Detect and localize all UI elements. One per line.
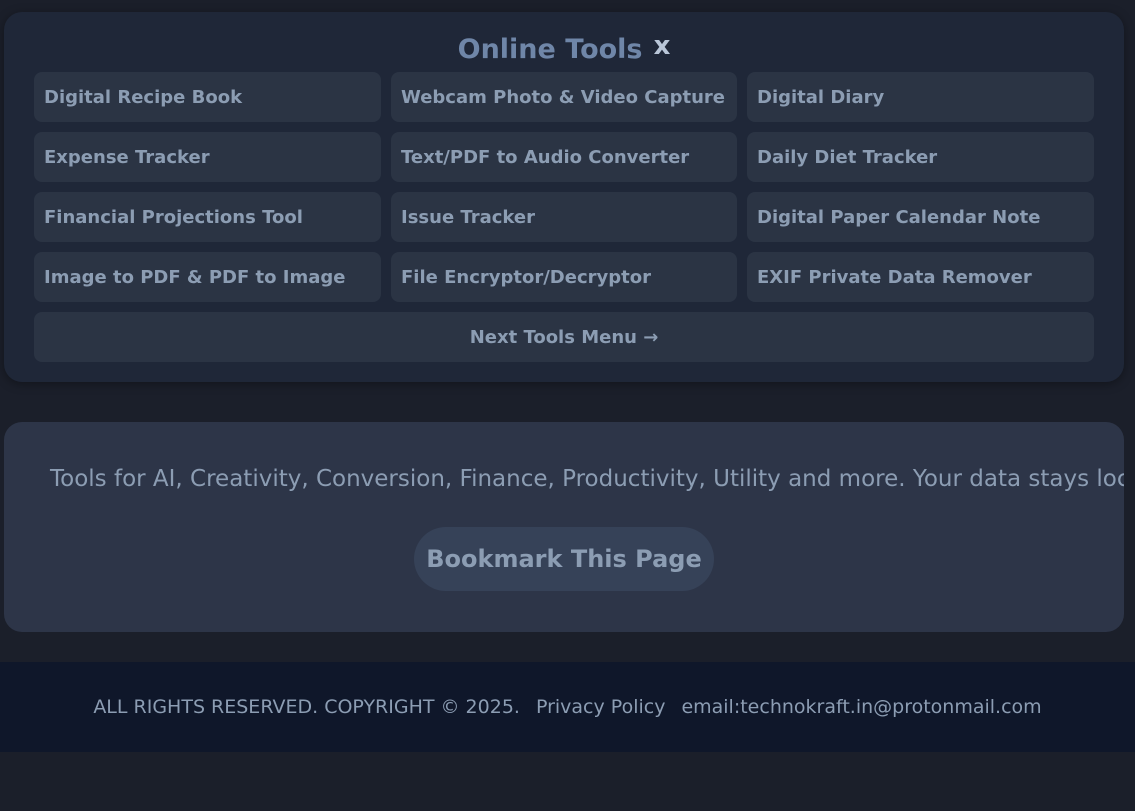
tool-expense-tracker[interactable]: Expense Tracker — [34, 132, 381, 182]
tagline: Tools for AI, Creativity, Conversion, Fi… — [50, 466, 1124, 492]
email-link[interactable]: email:technokraft.in@protonmail.com — [681, 696, 1041, 718]
tool-financial-projections[interactable]: Financial Projections Tool — [34, 192, 381, 242]
tool-text-pdf-to-audio[interactable]: Text/PDF to Audio Converter — [391, 132, 737, 182]
tools-header: Online Tools x — [4, 31, 1124, 74]
tool-digital-recipe-book[interactable]: Digital Recipe Book — [34, 72, 381, 122]
tool-issue-tracker[interactable]: Issue Tracker — [391, 192, 737, 242]
tools-grid: Digital Recipe Book Webcam Photo & Video… — [34, 72, 1094, 302]
tool-webcam-capture[interactable]: Webcam Photo & Video Capture — [391, 72, 737, 122]
tool-exif-remover[interactable]: EXIF Private Data Remover — [747, 252, 1094, 302]
privacy-policy-link[interactable]: Privacy Policy — [536, 696, 665, 718]
footer: ALL RIGHTS RESERVED. COPYRIGHT © 2025. P… — [0, 662, 1135, 752]
copyright-text: ALL RIGHTS RESERVED. COPYRIGHT © 2025. — [93, 696, 520, 718]
info-panel: Tools for AI, Creativity, Conversion, Fi… — [4, 422, 1124, 632]
close-button[interactable]: x — [654, 31, 671, 61]
next-tools-menu-button[interactable]: Next Tools Menu → — [34, 312, 1094, 362]
online-tools-panel: Online Tools x Digital Recipe Book Webca… — [4, 12, 1124, 382]
tool-daily-diet-tracker[interactable]: Daily Diet Tracker — [747, 132, 1094, 182]
tool-digital-paper-calendar[interactable]: Digital Paper Calendar Note — [747, 192, 1094, 242]
tools-title: Online Tools — [457, 34, 643, 65]
tool-digital-diary[interactable]: Digital Diary — [747, 72, 1094, 122]
tool-image-pdf-converter[interactable]: Image to PDF & PDF to Image — [34, 252, 381, 302]
bookmark-button[interactable]: Bookmark This Page — [414, 527, 714, 591]
tool-file-encryptor[interactable]: File Encryptor/Decryptor — [391, 252, 737, 302]
